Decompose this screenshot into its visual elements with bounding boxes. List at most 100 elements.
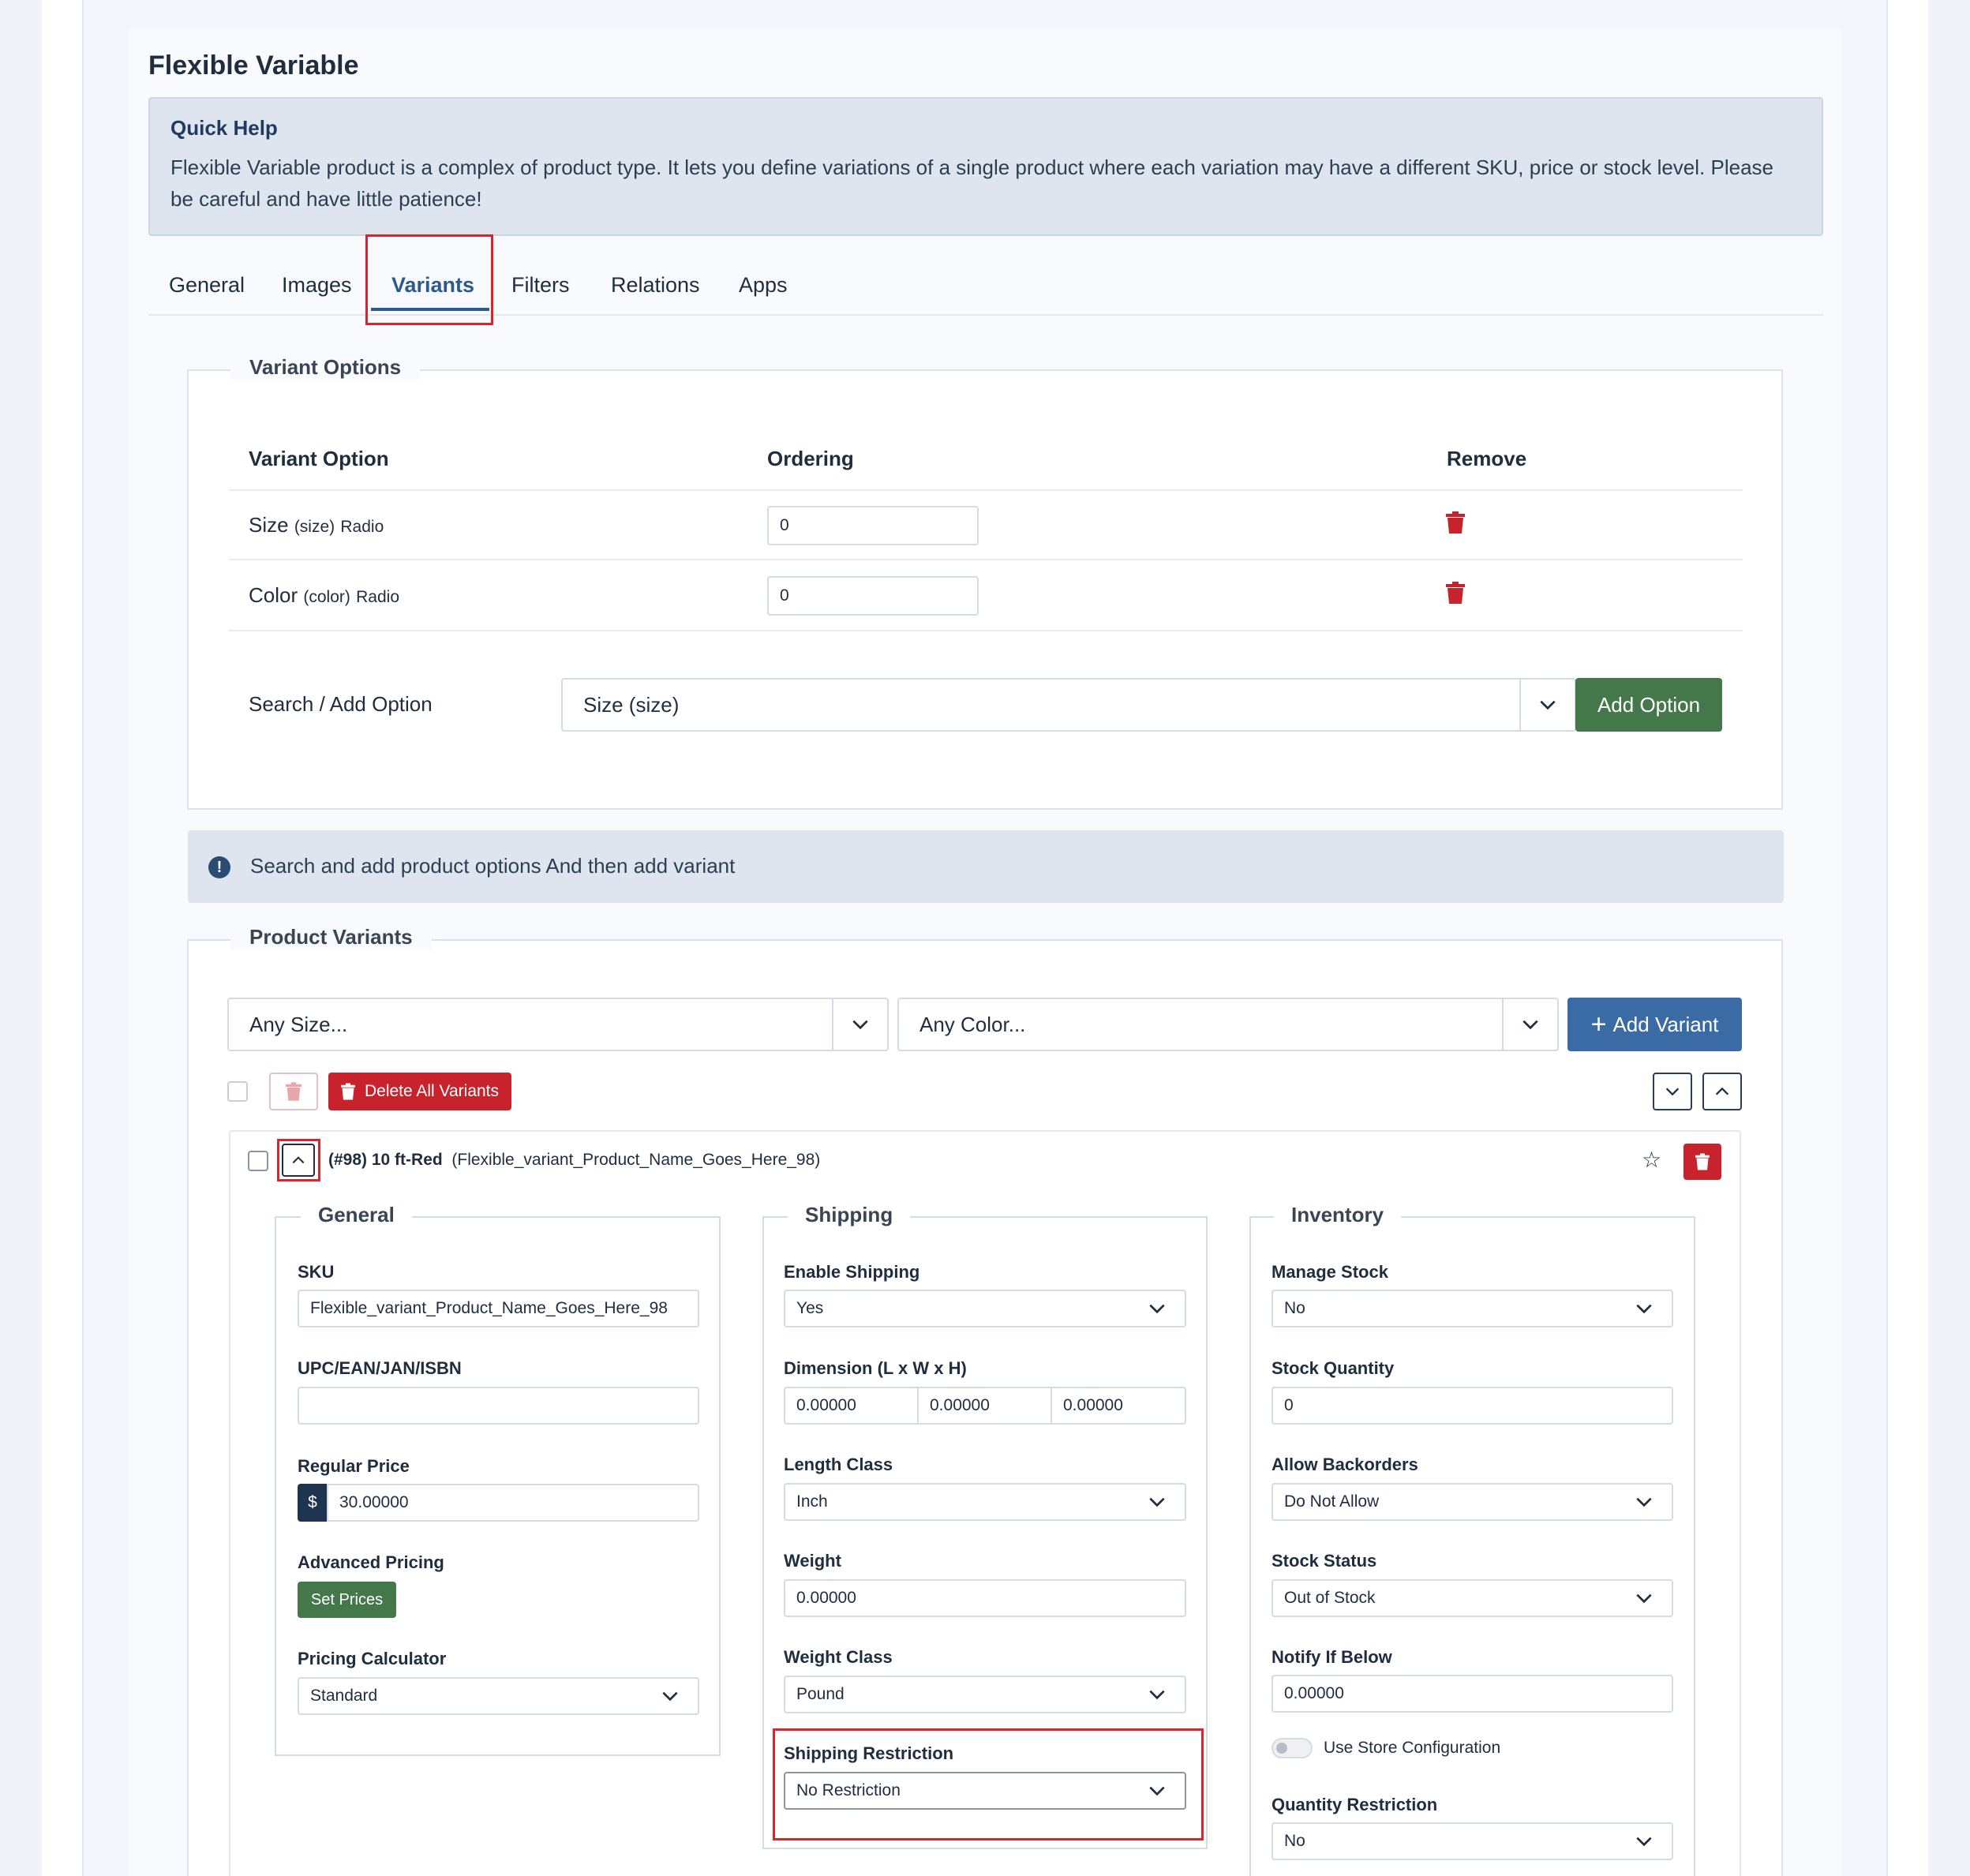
enable-shipping-select[interactable]: Yes xyxy=(784,1290,1186,1327)
dimension-label: Dimension (L x W x H) xyxy=(784,1358,967,1378)
size-filter-value: Any Size... xyxy=(249,1012,348,1036)
chevron-down-icon xyxy=(832,999,887,1050)
quantity-restriction-select[interactable]: No xyxy=(1272,1822,1673,1860)
option-type: Radio xyxy=(340,518,384,536)
header-variant-option: Variant Option xyxy=(249,447,389,470)
delete-variant-button[interactable] xyxy=(1683,1144,1721,1180)
currency-addon: $ xyxy=(298,1484,328,1522)
dimension-length-input[interactable]: 0.00000 xyxy=(784,1387,919,1425)
collapse-all-button[interactable] xyxy=(1702,1073,1742,1110)
weight-class-label: Weight Class xyxy=(784,1647,893,1667)
toggle-knob xyxy=(1276,1743,1287,1754)
option-code: (color) xyxy=(303,588,350,606)
allow-backorders-label: Allow Backorders xyxy=(1272,1455,1418,1474)
select-all-checkbox[interactable] xyxy=(227,1081,248,1102)
regular-price-label: Regular Price xyxy=(298,1456,410,1476)
info-message: Search and add product options And then … xyxy=(250,854,736,878)
header-remove: Remove xyxy=(1447,447,1527,470)
size-filter-select[interactable]: Any Size... xyxy=(227,998,889,1051)
chevron-down-icon xyxy=(1502,999,1557,1050)
shipping-legend: Shipping xyxy=(788,1203,911,1227)
inventory-legend: Inventory xyxy=(1274,1203,1402,1227)
option-row-color: Color (color) Radio xyxy=(249,583,399,608)
variant-id: (#98) 10 ft-Red xyxy=(328,1151,443,1169)
chevron-down-icon xyxy=(1129,1485,1185,1519)
product-variants-legend: Product Variants xyxy=(230,925,432,949)
highlight-box-shipping-restriction xyxy=(773,1728,1204,1840)
weight-input[interactable]: 0.00000 xyxy=(784,1579,1186,1617)
quick-help-panel: Quick Help Flexible Variable product is … xyxy=(148,97,1823,236)
expand-all-button[interactable] xyxy=(1653,1073,1692,1110)
set-prices-button[interactable]: Set Prices xyxy=(298,1582,396,1618)
stock-status-value: Out of Stock xyxy=(1284,1589,1376,1607)
manage-stock-label: Manage Stock xyxy=(1272,1262,1388,1282)
ordering-input-color[interactable]: 0 xyxy=(767,576,979,616)
option-name: Size xyxy=(249,513,289,537)
tab-filters[interactable]: Filters xyxy=(511,273,570,298)
length-class-label: Length Class xyxy=(784,1455,893,1474)
chevron-down-icon xyxy=(1616,1291,1672,1326)
info-icon: ! xyxy=(208,856,230,878)
chevron-down-icon xyxy=(1616,1485,1672,1519)
stock-quantity-label: Stock Quantity xyxy=(1272,1358,1395,1378)
tab-images[interactable]: Images xyxy=(282,273,352,298)
plus-icon: + xyxy=(1590,1009,1607,1039)
option-type: Radio xyxy=(356,588,399,606)
allow-backorders-select[interactable]: Do Not Allow xyxy=(1272,1483,1673,1521)
sku-input[interactable]: Flexible_variant_Product_Name_Goes_Here_… xyxy=(298,1290,699,1327)
highlight-box-variants-tab xyxy=(365,234,493,325)
quick-help-text: Flexible Variable product is a complex o… xyxy=(170,155,1773,211)
weight-class-value: Pound xyxy=(796,1685,845,1703)
table-divider xyxy=(229,489,1743,491)
variant-header: (#98) 10 ft-Red (Flexible_variant_Produc… xyxy=(328,1151,820,1170)
bulk-delete-button[interactable] xyxy=(269,1073,318,1110)
chevron-down-icon xyxy=(642,1679,698,1713)
trash-icon[interactable] xyxy=(1446,582,1465,608)
highlight-box-collapse xyxy=(277,1139,320,1181)
enable-shipping-label: Enable Shipping xyxy=(784,1262,920,1282)
star-icon[interactable]: ☆ xyxy=(1642,1149,1661,1171)
stock-quantity-input[interactable]: 0 xyxy=(1272,1387,1673,1425)
upc-input[interactable] xyxy=(298,1387,699,1425)
chevron-down-icon xyxy=(1519,680,1575,730)
add-option-button[interactable]: Add Option xyxy=(1575,678,1722,732)
pricing-calculator-select[interactable]: Standard xyxy=(298,1677,699,1715)
dimension-width-input[interactable]: 0.00000 xyxy=(917,1387,1052,1425)
pricing-calculator-label: Pricing Calculator xyxy=(298,1649,447,1668)
option-name: Color xyxy=(249,583,298,607)
trash-icon[interactable] xyxy=(1446,511,1465,537)
quantity-restriction-value: No xyxy=(1284,1832,1305,1850)
notify-below-input[interactable]: 0.00000 xyxy=(1272,1675,1673,1713)
chevron-down-icon xyxy=(1129,1677,1185,1712)
option-search-select[interactable]: Size (size) xyxy=(561,678,1576,732)
search-add-option-label: Search / Add Option xyxy=(249,692,433,716)
tab-relations[interactable]: Relations xyxy=(611,273,700,298)
sku-label: SKU xyxy=(298,1262,335,1282)
dimension-height-input[interactable]: 0.00000 xyxy=(1051,1387,1186,1425)
manage-stock-select[interactable]: No xyxy=(1272,1290,1673,1327)
add-variant-button[interactable]: + Add Variant xyxy=(1567,998,1742,1051)
regular-price-input[interactable]: 30.00000 xyxy=(327,1484,699,1522)
quick-help-title: Quick Help xyxy=(170,116,278,140)
table-divider xyxy=(229,630,1743,631)
stock-status-label: Stock Status xyxy=(1272,1551,1377,1571)
add-variant-label: Add Variant xyxy=(1612,1012,1719,1036)
ordering-input-size[interactable]: 0 xyxy=(767,506,979,545)
tab-general[interactable]: General xyxy=(169,273,245,298)
weight-label: Weight xyxy=(784,1551,841,1571)
stock-status-select[interactable]: Out of Stock xyxy=(1272,1579,1673,1617)
length-class-select[interactable]: Inch xyxy=(784,1483,1186,1521)
store-config-toggle[interactable] xyxy=(1272,1738,1313,1758)
color-filter-select[interactable]: Any Color... xyxy=(897,998,1559,1051)
delete-all-variants-button[interactable]: Delete All Variants xyxy=(328,1073,511,1110)
general-legend: General xyxy=(301,1203,412,1227)
trash-icon xyxy=(340,1083,355,1100)
weight-class-select[interactable]: Pound xyxy=(784,1676,1186,1713)
chevron-down-icon xyxy=(1616,1581,1672,1616)
variant-select-checkbox[interactable] xyxy=(248,1151,268,1171)
trash-icon xyxy=(1695,1153,1710,1170)
delete-all-label: Delete All Variants xyxy=(364,1082,500,1100)
option-row-size: Size (size) Radio xyxy=(249,513,384,537)
option-search-value: Size (size) xyxy=(583,692,680,717)
tab-apps[interactable]: Apps xyxy=(739,273,788,298)
